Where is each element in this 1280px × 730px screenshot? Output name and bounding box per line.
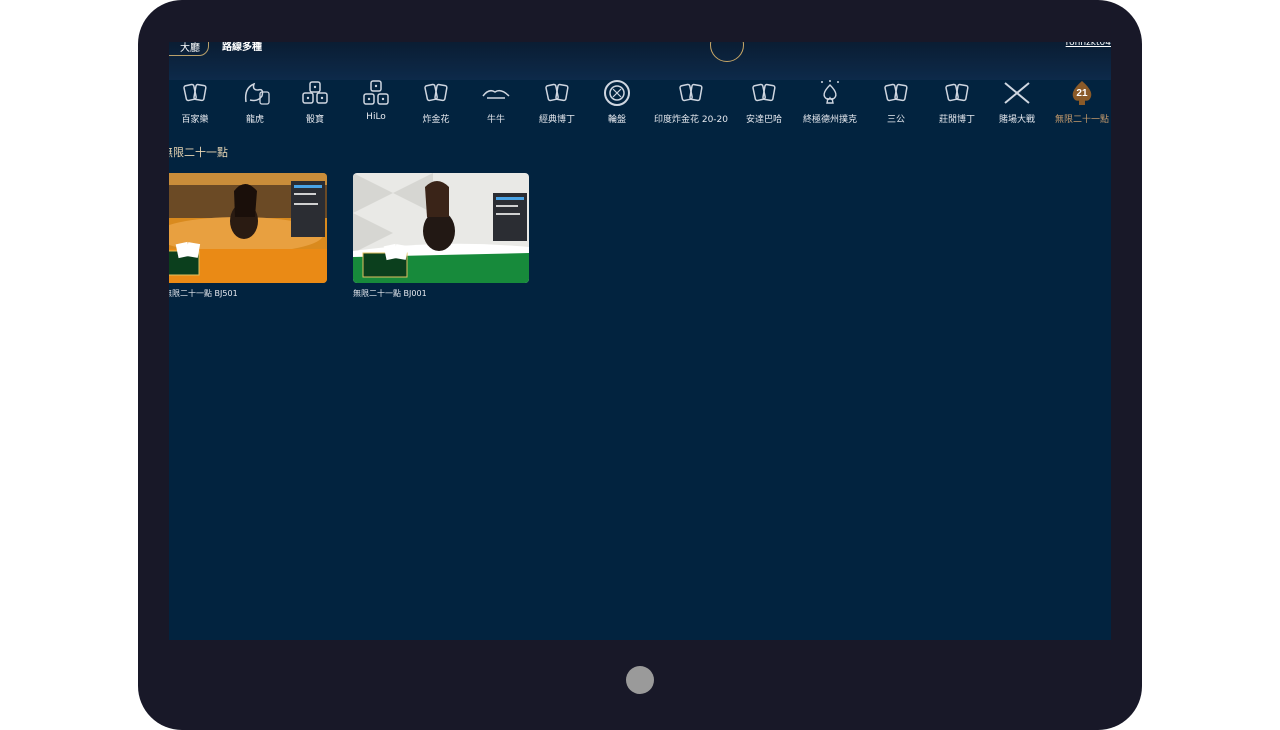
roulette-icon (604, 80, 630, 106)
category-classic-blackjack[interactable]: 經典博丁 (539, 80, 575, 128)
game-label-bj001: 無限二十一點 BJ001 (353, 289, 427, 298)
category-label: 牛牛 (486, 115, 505, 125)
username-link[interactable]: ronnzkt04 (1066, 42, 1111, 48)
category-label: HiLo (366, 112, 386, 122)
category-casino-war-blackjack[interactable]: 莊閒博丁 (939, 80, 975, 128)
blackjack-21-icon: 21 (1072, 81, 1092, 105)
category-label: 百家樂 (181, 115, 209, 125)
category-label: 印度炸金花 20-20 (653, 115, 729, 125)
cards-icon (183, 83, 207, 102)
category-hilo[interactable]: HiLo (359, 80, 393, 128)
category-win-three-cards[interactable]: 炸金花 (419, 80, 453, 128)
crossed-swords-icon (1004, 82, 1030, 104)
game-card-bj501[interactable] (169, 173, 327, 283)
category-label: 莊閒博丁 (938, 115, 976, 125)
dice-icon (302, 81, 328, 104)
category-dragon-tiger[interactable]: 龍虎 (238, 80, 272, 128)
category-label: 三公 (886, 115, 905, 125)
category-label: 無限二十一點 (1054, 115, 1110, 125)
cards-icon (945, 83, 969, 102)
game-card-bj001[interactable] (353, 173, 529, 283)
category-label: 終極德州撲克 (802, 115, 858, 125)
cards-icon (424, 83, 448, 102)
category-andar-bahar[interactable]: 安達巴哈 (746, 80, 782, 128)
game-thumbnail (353, 173, 529, 283)
dragon-icon (244, 82, 270, 105)
spade-icon (820, 80, 839, 104)
cards-icon (679, 83, 703, 102)
category-ultimate-texas[interactable]: 終極德州撲克 (803, 80, 857, 128)
category-label: 輪盤 (607, 115, 626, 125)
game-thumbnail (169, 173, 327, 283)
category-roulette[interactable]: 輪盤 (600, 80, 634, 128)
category-three-face[interactable]: 三公 (879, 80, 913, 128)
brand-logo (710, 42, 744, 62)
category-baccarat[interactable]: 百家樂 (178, 80, 212, 128)
category-label: 經典博丁 (538, 115, 576, 125)
cards-icon (884, 83, 908, 102)
route-selector[interactable]: 路線多種 (222, 42, 262, 53)
category-badge: 21 (1076, 88, 1088, 99)
category-teen-patti[interactable]: 印度炸金花 20-20 (654, 80, 728, 128)
cards-icon (752, 83, 776, 102)
category-casino-war[interactable]: 賭場大戰 (999, 80, 1035, 128)
app-screen: 大廳 路線多種 ronnzkt04 百家樂 龍虎 骰寶 HiLo 炸金花 牛牛 經典博丁 輪盤… (169, 42, 1111, 640)
home-button[interactable] (626, 666, 654, 694)
category-bull-bull[interactable]: 牛牛 (479, 80, 513, 128)
category-label: 安達巴哈 (745, 115, 783, 125)
category-label: 賭場大戰 (998, 115, 1036, 125)
section-title: 無限二十一點 (169, 146, 228, 159)
category-label: 骰寶 (305, 115, 324, 125)
category-sicbo[interactable]: 骰寶 (298, 80, 332, 128)
category-infinite-blackjack[interactable]: 21 無限二十一點 (1055, 80, 1109, 128)
game-category-bar: 百家樂 龍虎 骰寶 HiLo 炸金花 牛牛 經典博丁 輪盤 印度炸金花 20-20 安達巴哈 終極德… (169, 80, 1111, 128)
top-bar: 大廳 路線多種 ronnzkt04 (169, 42, 1111, 80)
category-label: 龍虎 (245, 115, 264, 125)
category-label: 炸金花 (422, 115, 450, 125)
lobby-back-button[interactable]: 大廳 (169, 42, 209, 56)
dice-pair-icon (363, 80, 389, 105)
bull-icon (482, 89, 510, 99)
game-label-bj501: 無限二十一點 BJ501 (169, 289, 238, 298)
cards-icon (545, 83, 569, 102)
